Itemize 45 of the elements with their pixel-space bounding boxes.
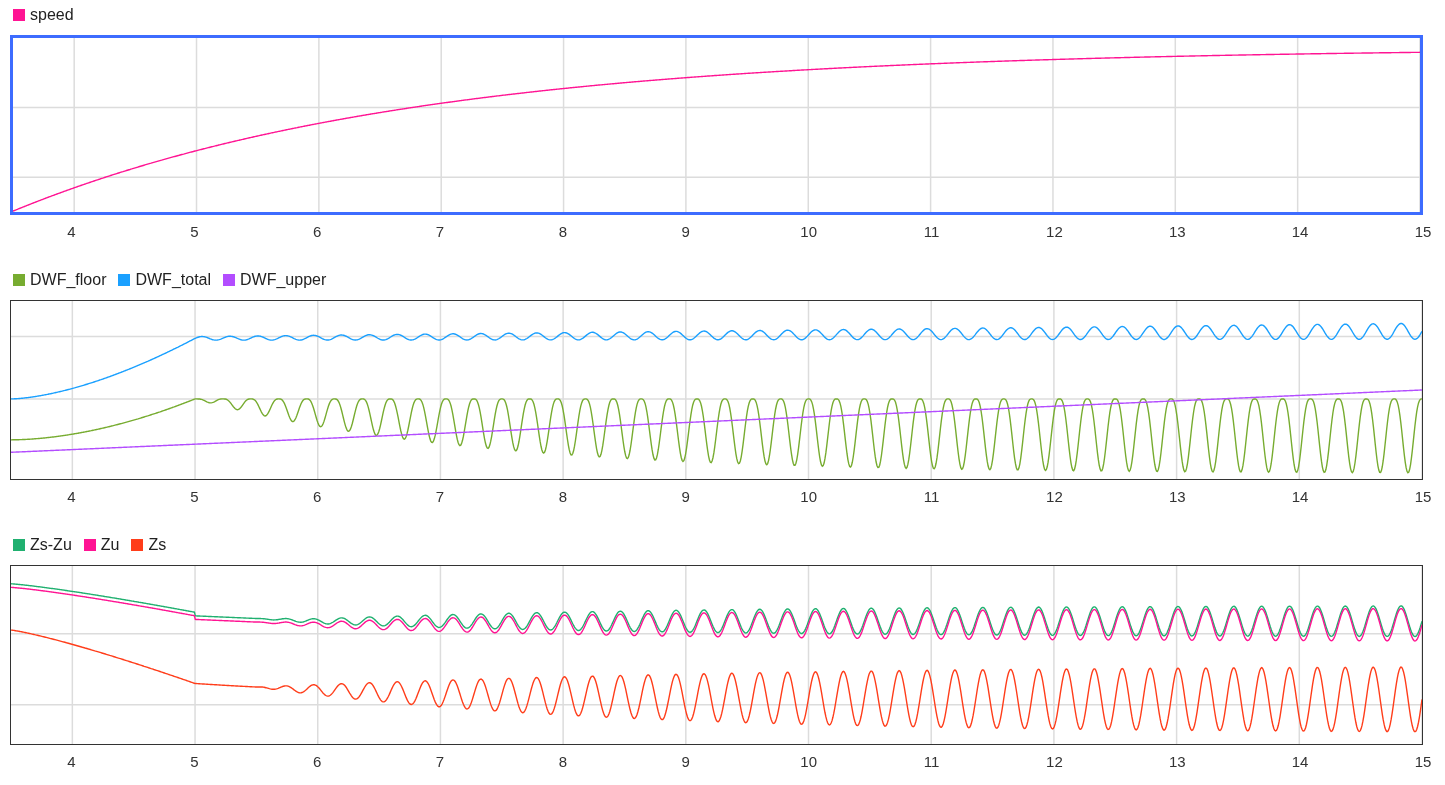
axis-tick-label: 9 [681, 753, 690, 770]
axis-tick-label: 11 [923, 488, 940, 505]
legend-label: DWF_total [135, 271, 212, 289]
axis-tick-label: 6 [313, 488, 322, 505]
axis-tick-label: 14 [1291, 223, 1309, 240]
axis-tick-label: 12 [1046, 488, 1063, 505]
axis-tick-label: 14 [1291, 753, 1309, 770]
axis-tick-label: 8 [558, 223, 568, 240]
axis-tick-label: 15 [1414, 488, 1432, 505]
axis-tick-label: 13 [1168, 223, 1186, 240]
axis-tick-label: 7 [435, 223, 445, 240]
axis-tick-label: 9 [681, 488, 690, 505]
axis-tick-label: 8 [558, 488, 568, 505]
legend-label: Zs-Zu [30, 536, 72, 554]
axis-tick-label: 7 [435, 488, 445, 505]
axis-tick-label: 11 [923, 753, 940, 770]
axis-tick-label: 10 [800, 753, 817, 770]
legend-label: speed [30, 6, 74, 24]
axis-tick-label: 5 [190, 753, 199, 770]
axis-tick-label: 10 [800, 223, 817, 240]
axis-tick-label: 12 [1046, 753, 1063, 770]
axis-tick-label: 5 [190, 488, 199, 505]
axis-tick-label: 13 [1168, 753, 1186, 770]
axis-tick-label: 6 [313, 223, 322, 240]
axis-tick-label: 15 [1414, 223, 1432, 240]
legend-label: DWF_upper [240, 271, 327, 289]
legend-label: Zu [100, 536, 120, 554]
axis-tick-label: 4 [67, 223, 76, 240]
axis-tick-label: 7 [435, 753, 445, 770]
legend-label: Zs [148, 536, 167, 554]
axis-tick-label: 13 [1168, 488, 1186, 505]
axis-tick-label: 12 [1046, 223, 1063, 240]
axis-tick-label: 14 [1291, 488, 1309, 505]
axis-tick-label: 15 [1414, 753, 1432, 770]
axis-tick-label: 4 [67, 488, 76, 505]
legend-label: DWF_floor [30, 271, 107, 289]
axis-tick-label: 5 [190, 223, 199, 240]
axis-tick-label: 10 [800, 488, 817, 505]
axis-tick-label: 6 [313, 753, 322, 770]
axis-tick-label: 4 [67, 753, 76, 770]
axis-tick-label: 9 [681, 223, 690, 240]
axis-tick-label: 8 [558, 753, 568, 770]
plot-area[interactable] [10, 565, 1423, 745]
plot-area[interactable] [10, 300, 1423, 480]
axis-tick-label: 11 [923, 223, 940, 240]
